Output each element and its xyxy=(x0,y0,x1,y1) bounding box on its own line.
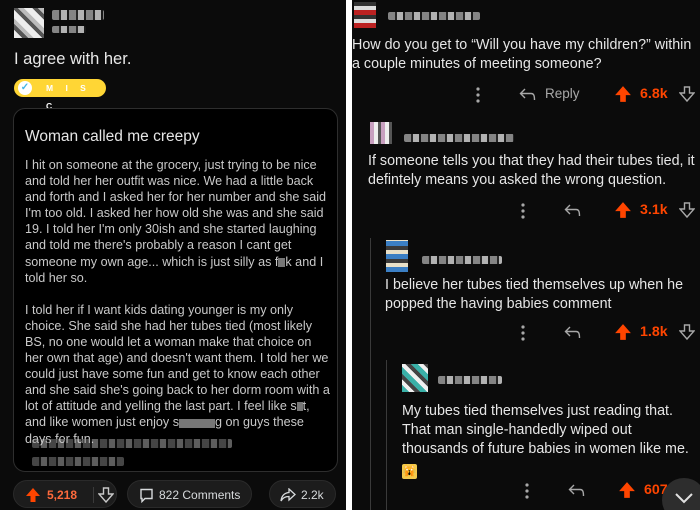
downvote-arrow-icon[interactable] xyxy=(679,323,695,341)
comment-question: How do you get to “Will you have my chil… xyxy=(352,37,692,72)
redacted-meta xyxy=(52,26,86,33)
redacted-username xyxy=(388,12,480,20)
vote-count: 5,218 xyxy=(47,488,78,502)
redacted-username xyxy=(52,10,104,20)
comment-text: If someone tells you that they had their… xyxy=(368,153,695,188)
comment-actions: 1.8k xyxy=(352,322,700,346)
comment-actions: 607 xyxy=(352,480,700,504)
post-flair[interactable]: ✓ M I S C xyxy=(14,79,106,111)
more-options-icon[interactable] xyxy=(475,86,481,104)
comment-bubble-icon xyxy=(140,488,153,503)
redacted-username xyxy=(438,376,502,384)
comments-button[interactable]: 822 Comments xyxy=(127,480,252,508)
upvote-arrow-icon[interactable] xyxy=(614,85,632,103)
redacted-line xyxy=(32,439,232,448)
redacted-line xyxy=(32,457,124,466)
more-options-icon[interactable] xyxy=(524,482,530,500)
redacted-username xyxy=(404,134,514,142)
user-avatar[interactable] xyxy=(354,2,376,28)
reply-arrow-icon[interactable] xyxy=(568,483,585,498)
censor-block xyxy=(179,418,216,428)
comment-text: I believe her tubes tied themselves up w… xyxy=(385,277,684,312)
more-options-icon[interactable] xyxy=(520,202,526,220)
comment-score: 6.8k xyxy=(640,86,668,102)
right-screenshot: How do you get to “Will you have my chil… xyxy=(352,0,700,510)
comments-label: 822 Comments xyxy=(159,488,241,502)
chevron-down-icon xyxy=(675,493,693,504)
upvote-arrow-icon[interactable] xyxy=(614,323,632,341)
share-button[interactable]: 2.2k xyxy=(269,480,336,508)
comment-score: 3.1k xyxy=(640,202,668,218)
reply-arrow-icon[interactable] xyxy=(564,203,581,218)
thread-line xyxy=(370,238,371,510)
upvote-arrow-icon[interactable] xyxy=(25,487,41,503)
body-paragraph-1: I hit on someone at the grocery, just tr… xyxy=(25,158,327,269)
subreddit-avatar[interactable] xyxy=(14,8,44,38)
downvote-arrow-icon[interactable] xyxy=(98,487,114,503)
scream-emoji-icon: 🙀 xyxy=(402,464,417,479)
upvote-arrow-icon[interactable] xyxy=(614,201,632,219)
user-avatar[interactable] xyxy=(370,122,392,144)
left-screenshot: I agree with her. ✓ M I S C Woman called… xyxy=(0,0,346,510)
comment-score: 1.8k xyxy=(640,324,668,340)
vote-divider xyxy=(93,487,94,503)
share-arrow-icon xyxy=(280,488,296,502)
downvote-arrow-icon[interactable] xyxy=(679,85,695,103)
crosspost-card[interactable]: Woman called me creepy I hit on someone … xyxy=(13,108,338,472)
body-paragraph-2: I told her if I want kids dating younger… xyxy=(25,302,330,414)
card-title: Woman called me creepy xyxy=(25,128,200,145)
reply-arrow-icon[interactable] xyxy=(564,325,581,340)
post-title: I agree with her. xyxy=(14,50,132,68)
reply-arrow-icon[interactable] xyxy=(519,87,536,102)
downvote-arrow-icon[interactable] xyxy=(679,201,695,219)
reply-button[interactable]: Reply xyxy=(545,86,580,101)
share-count: 2.2k xyxy=(301,488,324,502)
comment-text: My tubes tied themselves just reading th… xyxy=(402,402,694,479)
card-body: I hit on someone at the grocery, just tr… xyxy=(25,157,330,463)
vote-bar: 5,218 xyxy=(13,480,117,508)
user-avatar[interactable] xyxy=(386,240,408,272)
redacted-username xyxy=(422,256,502,264)
flair-label: M I S C xyxy=(46,83,91,111)
comment-text-body: My tubes tied themselves just reading th… xyxy=(402,403,689,457)
user-avatar[interactable] xyxy=(402,364,428,392)
comment-actions: 3.1k xyxy=(352,200,700,224)
upvote-arrow-icon[interactable] xyxy=(618,481,636,499)
more-options-icon[interactable] xyxy=(520,324,526,342)
comment-actions: Reply 6.8k xyxy=(352,84,700,108)
check-icon: ✓ xyxy=(18,81,32,95)
